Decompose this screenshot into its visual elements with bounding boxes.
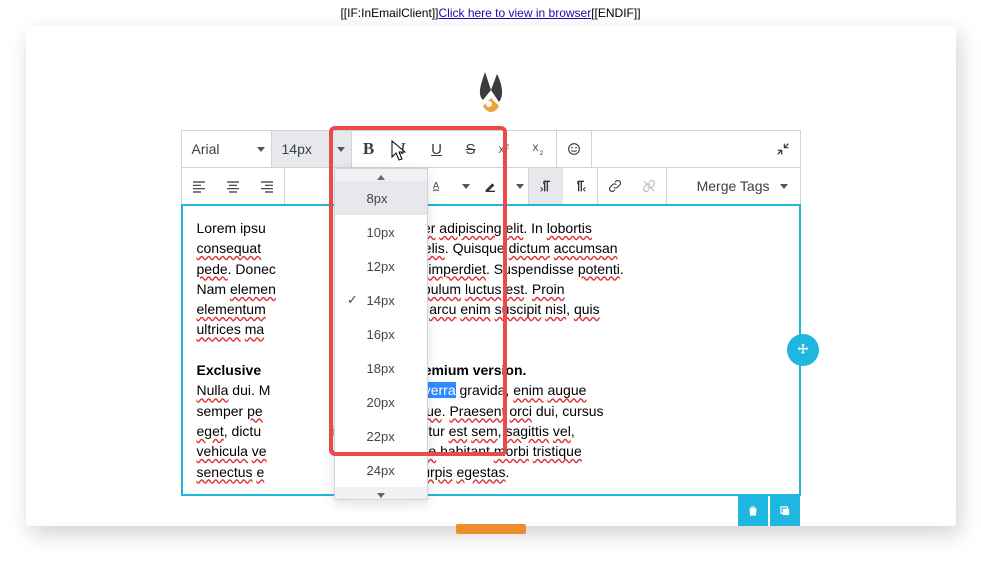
align-center-button[interactable] xyxy=(216,168,250,204)
block-actions xyxy=(738,496,800,526)
font-family-select[interactable]: Arial xyxy=(182,131,272,167)
font-size-option[interactable]: ✓14px xyxy=(335,283,427,317)
font-size-option[interactable]: 22px xyxy=(335,419,427,453)
direction-group xyxy=(529,168,598,204)
text-block[interactable]: Lorem ipsu consectetuer adipiscing elit.… xyxy=(181,204,801,496)
highlight-color-menu[interactable] xyxy=(508,168,528,204)
text-style-group: B I U S X2 X2 xyxy=(352,131,557,167)
chevron-down-icon xyxy=(257,147,265,152)
svg-text:A: A xyxy=(433,181,440,191)
font-size-option[interactable]: 18px xyxy=(335,351,427,385)
email-canvas: Arial 14px B I U S X2 X2 xyxy=(26,26,956,526)
italic-button[interactable]: I xyxy=(386,131,420,167)
font-size-option[interactable]: 12px xyxy=(335,249,427,283)
svg-text:X: X xyxy=(498,145,505,155)
rtl-button[interactable] xyxy=(563,168,597,204)
toolbar-row-1: Arial 14px B I U S X2 X2 xyxy=(181,130,801,168)
logo-icon xyxy=(26,70,956,120)
svg-text:X: X xyxy=(532,143,539,153)
font-size-option[interactable]: 16px xyxy=(335,317,427,351)
dropdown-scroll-down[interactable] xyxy=(335,487,427,499)
view-in-browser-banner: [[IF:InEmailClient]]Click here to view i… xyxy=(0,0,981,26)
rich-text-editor: Arial 14px B I U S X2 X2 xyxy=(181,130,801,496)
view-in-browser-link[interactable]: Click here to view in browser xyxy=(438,6,591,20)
move-block-handle[interactable] xyxy=(787,334,819,366)
svg-text:2: 2 xyxy=(505,144,509,150)
font-size-option[interactable]: 24px xyxy=(335,453,427,487)
font-size-option[interactable]: 8px xyxy=(335,181,427,215)
align-right-button[interactable] xyxy=(250,168,284,204)
duplicate-block-button[interactable] xyxy=(770,496,800,526)
toolbar-row-2: 123 A Merge Tags xyxy=(181,168,801,205)
bold-button[interactable]: B xyxy=(352,131,386,167)
merge-tags-select[interactable]: Merge Tags xyxy=(685,168,800,204)
font-size-select[interactable]: 14px xyxy=(272,131,352,167)
link-group xyxy=(598,168,667,204)
chevron-down-icon xyxy=(337,147,345,152)
font-size-option[interactable]: 20px xyxy=(335,385,427,419)
strikethrough-button[interactable]: S xyxy=(454,131,488,167)
font-size-option[interactable]: 10px xyxy=(335,215,427,249)
unlink-button[interactable] xyxy=(632,168,666,204)
superscript-button[interactable]: X2 xyxy=(488,131,522,167)
emoji-button[interactable] xyxy=(557,131,591,167)
font-size-dropdown[interactable]: 8px10px12px✓14px16px18px20px22px24px xyxy=(334,168,428,500)
align-group xyxy=(182,168,285,204)
ltr-button[interactable] xyxy=(529,168,563,204)
insert-link-button[interactable] xyxy=(598,168,632,204)
underline-button[interactable]: U xyxy=(420,131,454,167)
highlight-color-button[interactable] xyxy=(474,168,508,204)
svg-text:2: 2 xyxy=(539,151,543,157)
insert-block-indicator[interactable] xyxy=(456,524,526,534)
delete-block-button[interactable] xyxy=(738,496,768,526)
collapse-toolbar-button[interactable] xyxy=(766,131,800,167)
dropdown-scroll-up[interactable] xyxy=(335,169,427,181)
chevron-down-icon xyxy=(780,184,788,189)
subscript-button[interactable]: X2 xyxy=(522,131,556,167)
color-group: A xyxy=(420,168,529,204)
text-color-menu[interactable] xyxy=(454,168,474,204)
align-left-button[interactable] xyxy=(182,168,216,204)
